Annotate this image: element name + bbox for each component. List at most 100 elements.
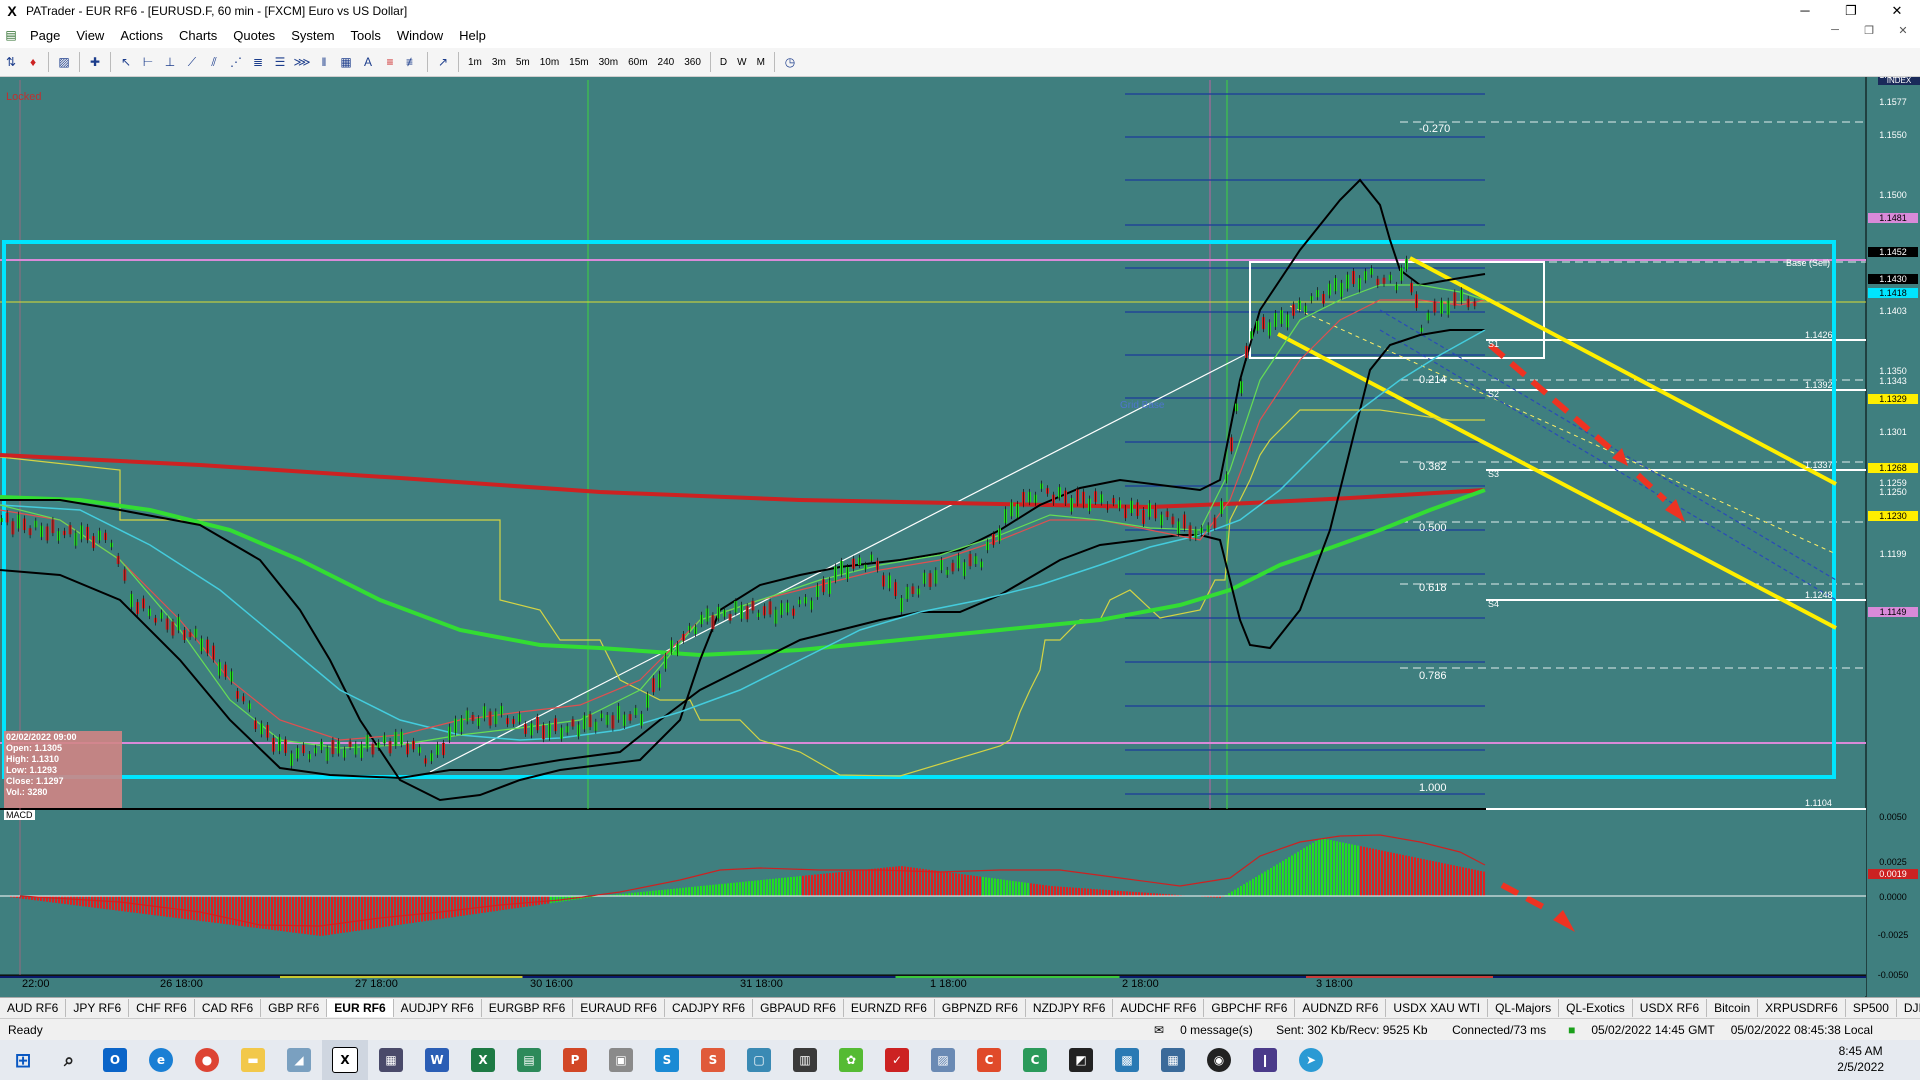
- timeframe-weekly[interactable]: W: [732, 57, 751, 68]
- vertical-line-icon[interactable]: ⊥: [159, 51, 181, 73]
- cycle-lines-icon[interactable]: ‖: [313, 51, 335, 73]
- minimize-button[interactable]: ─: [1782, 0, 1828, 22]
- menu-system[interactable]: System: [283, 28, 342, 43]
- symbol-tab[interactable]: XRPUSDRF6: [1758, 999, 1846, 1017]
- taskbar-app13[interactable]: ▩: [1104, 1040, 1150, 1080]
- symbol-tab[interactable]: GBPNZD RF6: [935, 999, 1026, 1017]
- start-button[interactable]: ⊞: [0, 1040, 46, 1080]
- timeframe-daily[interactable]: D: [715, 57, 732, 68]
- app-menu-icon[interactable]: ▤: [0, 24, 22, 46]
- symbol-tab[interactable]: USDX XAU WTI: [1386, 999, 1489, 1017]
- fib-extension-icon[interactable]: ☰: [269, 51, 291, 73]
- taskbar-outlook[interactable]: O: [92, 1040, 138, 1080]
- taskbar-telegram[interactable]: ➤: [1288, 1040, 1334, 1080]
- channel-icon[interactable]: ⫽: [203, 51, 225, 73]
- symbol-tab[interactable]: DJIA: [1897, 999, 1920, 1017]
- gann-icon[interactable]: ⋙: [291, 51, 313, 73]
- menu-help[interactable]: Help: [451, 28, 494, 43]
- taskbar-app5[interactable]: ▢: [736, 1040, 782, 1080]
- taskbar-edge[interactable]: e: [138, 1040, 184, 1080]
- menu-window[interactable]: Window: [389, 28, 451, 43]
- order-icon[interactable]: ♦: [22, 51, 44, 73]
- taskbar-chrome[interactable]: ●: [184, 1040, 230, 1080]
- mdi-minimize-button[interactable]: ─: [1818, 24, 1852, 37]
- maximize-button[interactable]: ❐: [1828, 0, 1874, 22]
- taskbar-powerpoint[interactable]: P: [552, 1040, 598, 1080]
- timeframe-monthly[interactable]: M: [752, 57, 770, 68]
- crosshair-icon[interactable]: ✚: [84, 51, 106, 73]
- clock-icon[interactable]: ◷: [779, 51, 801, 73]
- taskbar-excel[interactable]: X: [460, 1040, 506, 1080]
- timeframe-3m[interactable]: 3m: [487, 57, 511, 68]
- taskbar-patrader[interactable]: X: [322, 1040, 368, 1080]
- buy-sell-icon[interactable]: ⇅: [0, 51, 22, 73]
- symbol-tab[interactable]: GBPCHF RF6: [1204, 999, 1296, 1017]
- menu-quotes[interactable]: Quotes: [225, 28, 283, 43]
- symbol-tab[interactable]: Bitcoin: [1707, 999, 1759, 1017]
- status-messages[interactable]: 0 message(s): [1172, 1023, 1268, 1037]
- symbol-tab[interactable]: CADJPY RF6: [665, 999, 754, 1017]
- taskbar-app12[interactable]: ◩: [1058, 1040, 1104, 1080]
- close-button[interactable]: ✕: [1874, 0, 1920, 22]
- menu-page[interactable]: Page: [22, 28, 68, 43]
- chart-icon[interactable]: ▨: [53, 51, 75, 73]
- indicator-icon[interactable]: ↗: [432, 51, 454, 73]
- taskbar-app11[interactable]: C: [1012, 1040, 1058, 1080]
- symbol-tab[interactable]: EURAUD RF6: [573, 999, 665, 1017]
- taskbar-app16[interactable]: ❙: [1242, 1040, 1288, 1080]
- taskbar-app2[interactable]: ▤: [506, 1040, 552, 1080]
- symbol-tab[interactable]: EURGBP RF6: [482, 999, 574, 1017]
- trendline-icon[interactable]: ⟋: [181, 51, 203, 73]
- symbol-tab[interactable]: SP500: [1846, 999, 1897, 1017]
- pointer-icon[interactable]: ↖: [115, 51, 137, 73]
- symbol-tab[interactable]: QL-Exotics: [1559, 999, 1633, 1017]
- taskbar-app15[interactable]: ◉: [1196, 1040, 1242, 1080]
- symbol-tab[interactable]: JPY RF6: [66, 999, 130, 1017]
- symbol-tab[interactable]: EUR RF6: [327, 999, 394, 1017]
- symbol-tab[interactable]: AUD RF6: [0, 999, 67, 1017]
- timeframe-60m[interactable]: 60m: [623, 57, 652, 68]
- symbol-tab[interactable]: AUDNZD RF6: [1295, 999, 1387, 1017]
- fan-icon[interactable]: ⋰: [225, 51, 247, 73]
- symbol-tab[interactable]: NZDJPY RF6: [1026, 999, 1114, 1017]
- symbol-tab[interactable]: USDX RF6: [1633, 999, 1708, 1017]
- taskbar-app[interactable]: ◢: [276, 1040, 322, 1080]
- taskbar-app6[interactable]: ▥: [782, 1040, 828, 1080]
- symbol-tab[interactable]: QL-Majors: [1488, 999, 1560, 1017]
- timeframe-10m[interactable]: 10m: [535, 57, 564, 68]
- timeframe-1m[interactable]: 1m: [463, 57, 487, 68]
- taskbar-word[interactable]: W: [414, 1040, 460, 1080]
- timeframe-15m[interactable]: 15m: [564, 57, 593, 68]
- timeframe-30m[interactable]: 30m: [594, 57, 623, 68]
- taskbar-app7[interactable]: ✿: [828, 1040, 874, 1080]
- chart-area[interactable]: Locked Grid Base Base (Sell) INDEX MACD …: [0, 77, 1920, 997]
- taskbar-explorer[interactable]: ▬: [230, 1040, 276, 1080]
- symbol-tab[interactable]: CHF RF6: [129, 999, 195, 1017]
- symbol-tab[interactable]: GBPAUD RF6: [753, 999, 844, 1017]
- mdi-close-button[interactable]: ✕: [1886, 24, 1920, 37]
- symbol-tab[interactable]: AUDJPY RF6: [394, 999, 482, 1017]
- menu-charts[interactable]: Charts: [171, 28, 225, 43]
- timeframe-240[interactable]: 240: [653, 57, 680, 68]
- horizontal-line-icon[interactable]: ⊢: [137, 51, 159, 73]
- symbol-tab[interactable]: EURNZD RF6: [844, 999, 935, 1017]
- taskbar-skype[interactable]: S: [644, 1040, 690, 1080]
- taskbar-app10[interactable]: C: [966, 1040, 1012, 1080]
- pivot-icon[interactable]: ≢: [401, 51, 423, 73]
- levels-icon[interactable]: ≡: [379, 51, 401, 73]
- symbol-tab[interactable]: GBP RF6: [261, 999, 328, 1017]
- symbol-tab[interactable]: CAD RF6: [195, 999, 262, 1017]
- grid-icon[interactable]: ▦: [335, 51, 357, 73]
- taskbar-clock[interactable]: 8:45 AM 2/5/2022: [1837, 1043, 1884, 1075]
- taskbar-app3[interactable]: ▣: [598, 1040, 644, 1080]
- fibonacci-icon[interactable]: ≣: [247, 51, 269, 73]
- timeframe-360[interactable]: 360: [679, 57, 706, 68]
- taskbar-app8[interactable]: ✓: [874, 1040, 920, 1080]
- taskbar-app9[interactable]: ▨: [920, 1040, 966, 1080]
- menu-actions[interactable]: Actions: [112, 28, 171, 43]
- taskbar-app4[interactable]: S: [690, 1040, 736, 1080]
- menu-tools[interactable]: Tools: [343, 28, 389, 43]
- taskbar-app14[interactable]: ▦: [1150, 1040, 1196, 1080]
- taskbar-calculator[interactable]: ▦: [368, 1040, 414, 1080]
- messages-icon[interactable]: ✉: [1146, 1023, 1172, 1037]
